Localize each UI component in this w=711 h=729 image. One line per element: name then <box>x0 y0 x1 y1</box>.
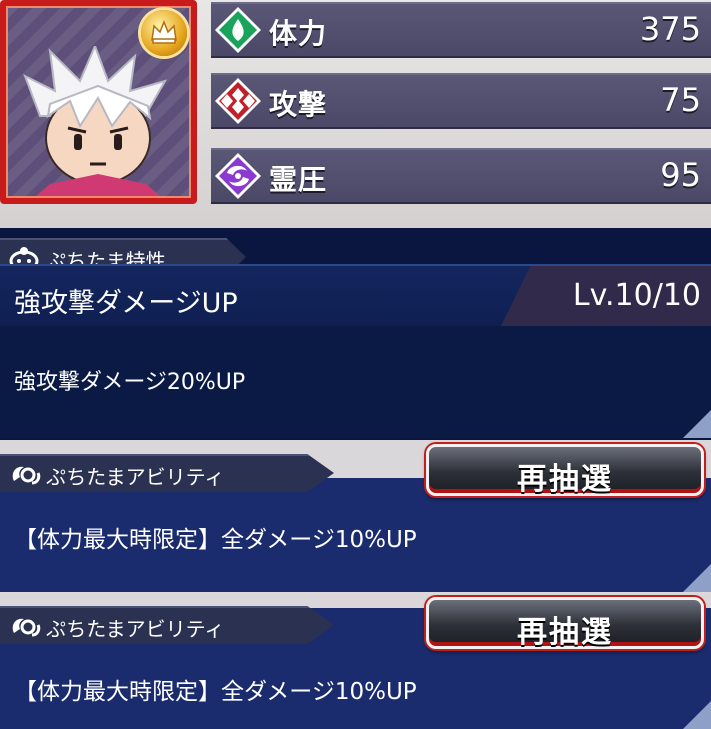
ability-tab-1: ぷちたまアビリティ <box>0 454 334 492</box>
stat-label: 体力 <box>269 17 328 50</box>
trait-level: Lv.10/10 <box>572 278 701 313</box>
reroll-button[interactable]: 再抽選 <box>426 597 704 650</box>
hp-icon <box>215 7 261 53</box>
ability-tab-2: ぷちたまアビリティ <box>0 606 334 644</box>
stat-value: 75 <box>660 81 701 119</box>
level-box: Lv.10/10 <box>501 266 711 326</box>
corner-accent <box>683 410 711 438</box>
petit-tama-ability-icon <box>12 466 41 485</box>
corner-accent <box>683 701 711 729</box>
chibi-character-portrait <box>23 46 168 196</box>
trait-description-area: 強攻撃ダメージ20%UP <box>0 326 711 438</box>
ability-text: 【体力最大時限定】全ダメージ10%UP <box>14 679 417 705</box>
reroll-button[interactable]: 再抽選 <box>426 444 704 497</box>
crown-badge <box>141 10 187 56</box>
corner-accent <box>683 564 711 592</box>
character-portrait[interactable] <box>0 0 197 204</box>
stat-value: 95 <box>660 156 701 194</box>
attack-icon <box>215 78 261 124</box>
reiatsu-icon <box>215 153 261 199</box>
stat-label: 霊圧 <box>269 163 328 196</box>
ability-tab-label: ぷちたまアビリティ <box>46 465 225 489</box>
stat-row-reiatsu: 霊圧 95 <box>211 148 711 204</box>
stat-row-hp: 体力 375 <box>211 2 711 58</box>
trait-title-bar: 強攻撃ダメージUP Lv.10/10 <box>0 264 711 328</box>
ability-text: 【体力最大時限定】全ダメージ10%UP <box>14 527 417 553</box>
stat-row-attack: 攻撃 75 <box>211 73 711 129</box>
stat-label: 攻撃 <box>269 88 328 121</box>
stat-value: 375 <box>639 10 701 48</box>
reroll-button-label: 再抽選 <box>517 462 613 497</box>
reroll-button-label: 再抽選 <box>517 615 613 650</box>
trait-description: 強攻撃ダメージ20%UP <box>14 370 246 395</box>
ability-tab-label: ぷちたまアビリティ <box>46 617 225 641</box>
trait-name: 強攻撃ダメージUP <box>14 288 238 319</box>
crown-icon <box>151 20 177 44</box>
petit-tama-ability-icon <box>12 618 41 637</box>
